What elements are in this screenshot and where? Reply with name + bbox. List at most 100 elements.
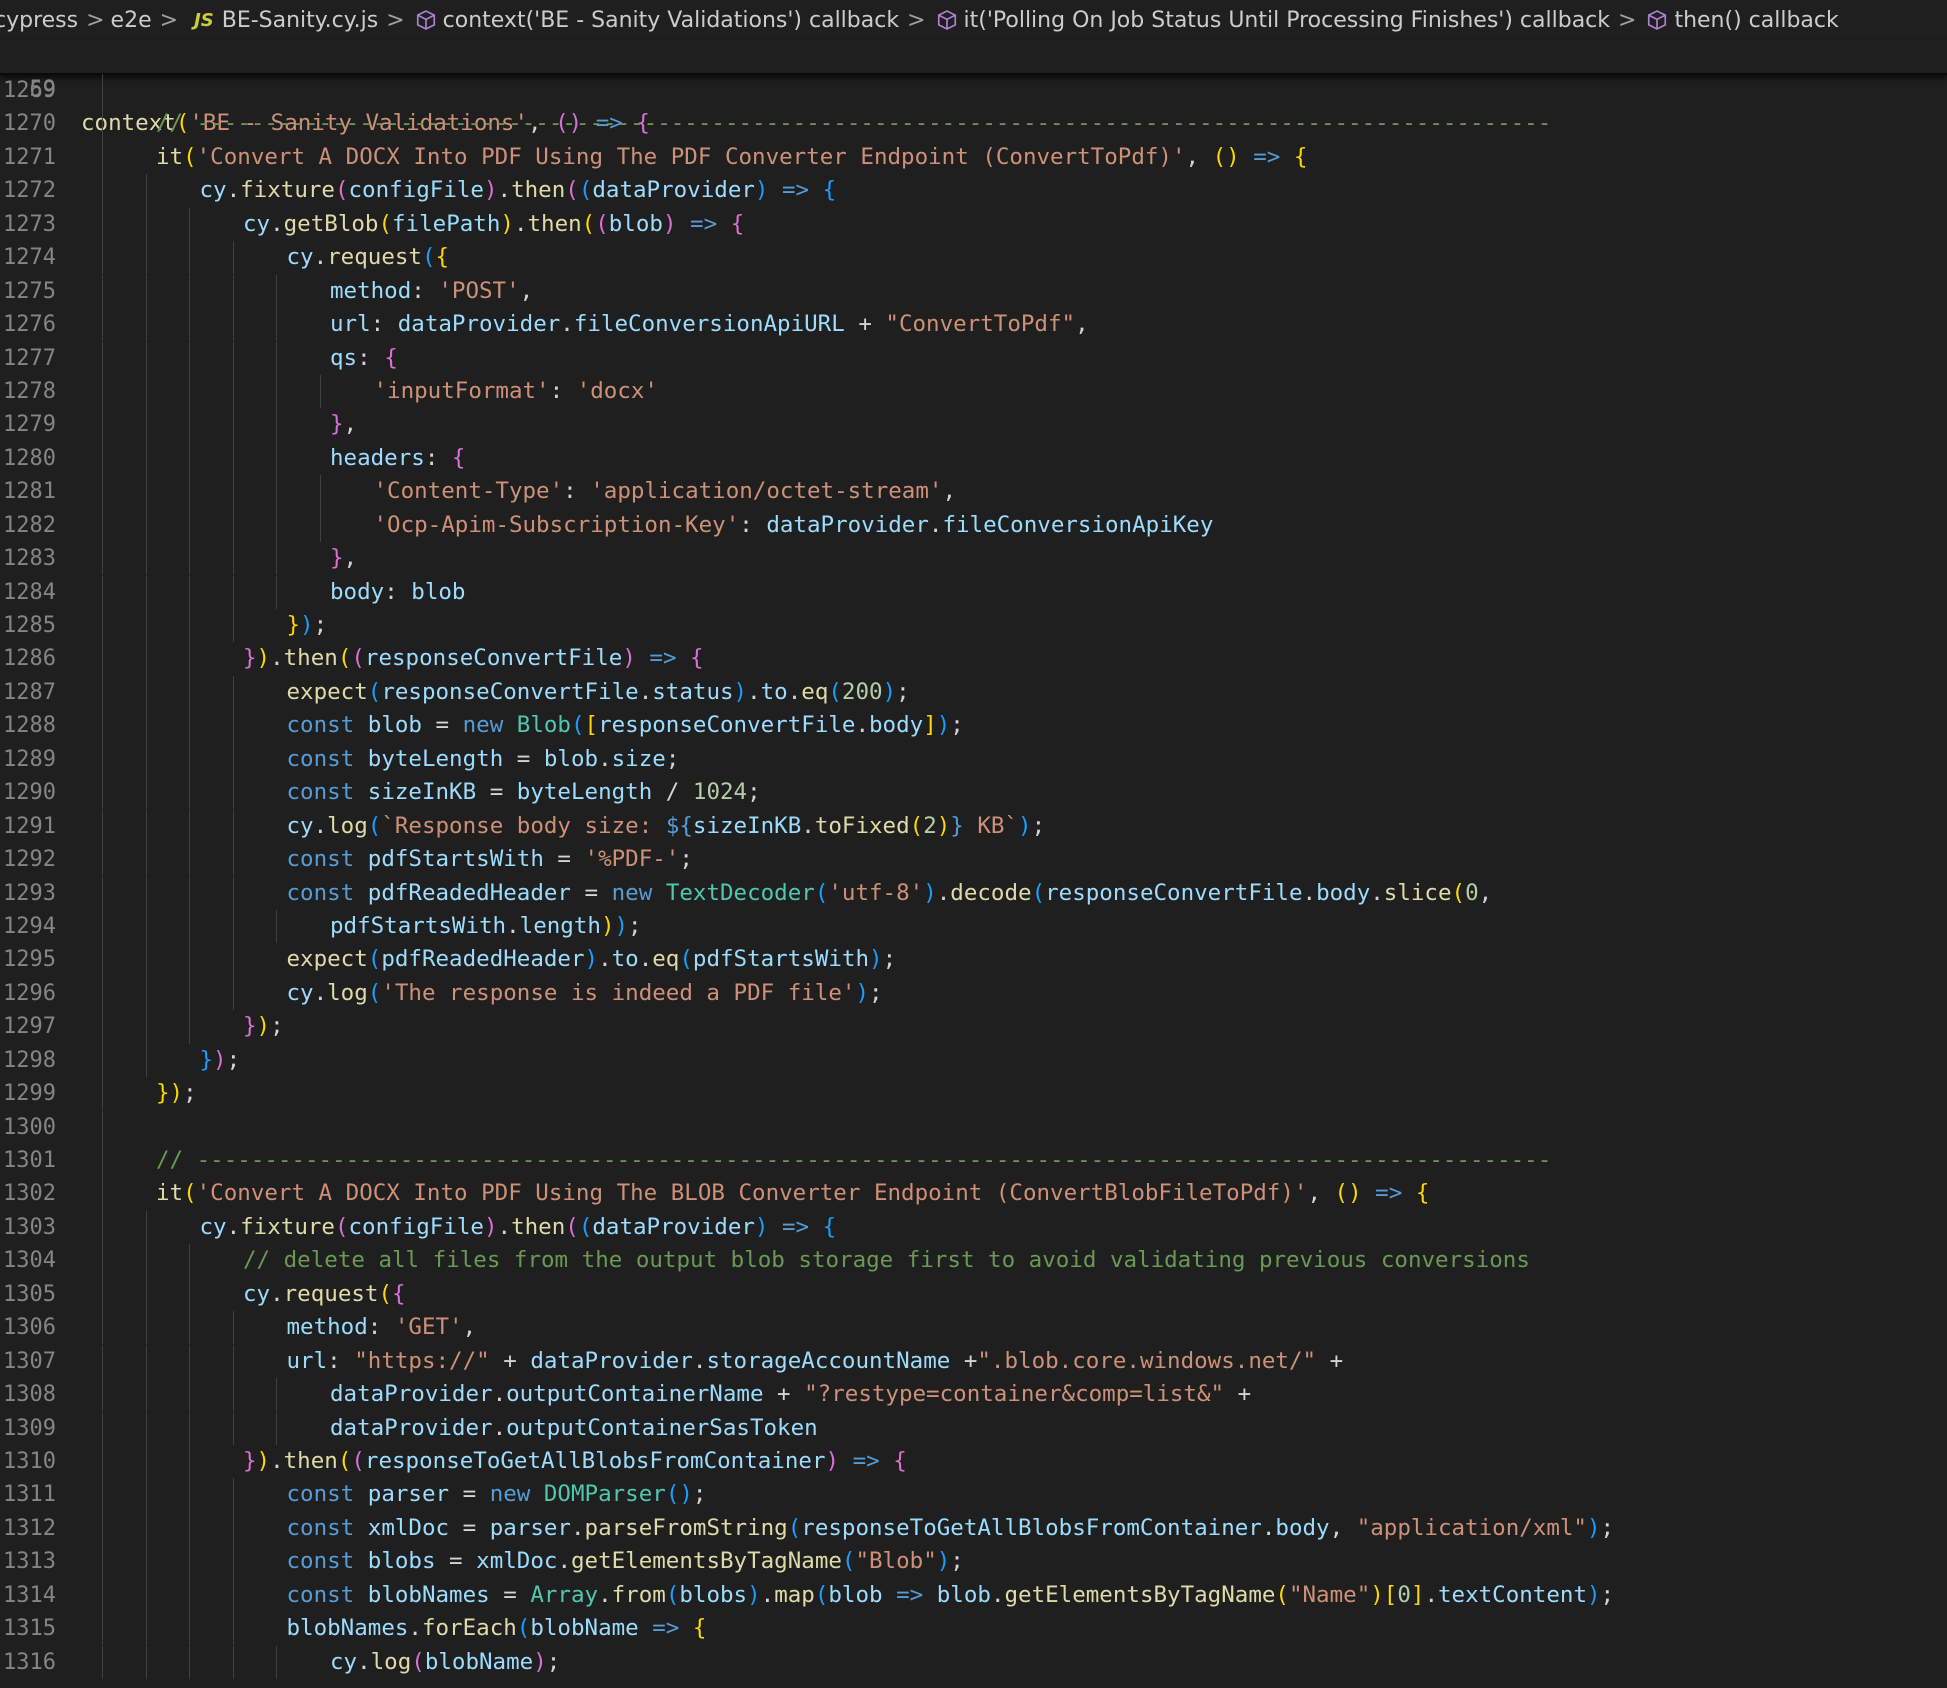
indent-guide <box>102 1511 103 1546</box>
line-number: 1280 <box>3 445 56 471</box>
code-line[interactable]: 1274 cy.request({ <box>0 241 1947 275</box>
indent-guide <box>232 1478 234 1512</box>
code-line[interactable]: 1301 // ---------------------------------… <box>0 1144 1947 1178</box>
code-line[interactable]: 1306 method: 'GET', <box>0 1311 1947 1345</box>
breadcrumb-item[interactable]: cypress <box>0 8 78 33</box>
code-line[interactable]: 1299}); <box>0 1077 1947 1111</box>
code-line[interactable]: 1281 'Content-Type': 'application/octet-s… <box>0 475 1947 509</box>
indent-guide <box>102 809 103 843</box>
code-token: blob <box>367 712 422 739</box>
code-line[interactable]: 1298}); <box>0 1043 1947 1077</box>
sticky-scroll-header[interactable]: 59 context('BE - Sanity Validations', ()… <box>0 40 1947 136</box>
code-line[interactable]: 1280 headers: { <box>0 441 1947 476</box>
code-line[interactable]: 1287 expect(responseConvertFile.status).t… <box>0 675 1947 710</box>
code-line[interactable]: 1308 dataProvider.outputContainerName + "… <box>0 1378 1947 1412</box>
line-number: 1299 <box>3 1081 56 1107</box>
code-line[interactable]: 1316 cy.log(blobName); <box>0 1645 1947 1679</box>
code-line[interactable]: 1304 // delete all files from the output … <box>0 1244 1947 1278</box>
code-token: . <box>513 210 528 237</box>
code-token: . <box>787 678 802 705</box>
indent-guide <box>189 408 190 442</box>
code-line[interactable]: 1310}).then((responseToGetAllBlobsFromCo… <box>0 1444 1947 1479</box>
code-line[interactable]: 1293 const pdfReadedHeader = new TextDeco… <box>0 876 1947 910</box>
code-line[interactable]: 1294 pdfStartsWith.length)); <box>0 909 1947 944</box>
breadcrumb-item[interactable]: then() callback <box>1642 8 1839 33</box>
code-line[interactable]: 1290 const sizeInKB = byteLength / 1024; <box>0 776 1947 810</box>
code-token: . <box>598 1581 612 1608</box>
code-line[interactable]: 1303 cy.fixture(configFile).then((dataPro… <box>0 1210 1947 1245</box>
code-token: } <box>286 612 301 638</box>
indent-guide <box>102 1144 103 1178</box>
code-line[interactable]: 1297}); <box>0 1010 1947 1044</box>
code-line[interactable]: 1276 url: dataProvider.fileConversionApiU… <box>0 308 1947 342</box>
code-token: } <box>199 1046 214 1073</box>
code-token: . <box>560 311 574 338</box>
code-line[interactable]: 1307 url: "https://" + dataProvider.stora… <box>0 1344 1947 1378</box>
code-line[interactable]: 1270 // ---------------------------------… <box>0 107 1947 141</box>
code-line[interactable]: 1302 it('Convert A DOCX Into PDF Using Th… <box>0 1177 1947 1211</box>
code-line[interactable]: 1272 cy.fixture(configFile).then((dataPro… <box>0 174 1947 208</box>
code-token: log <box>370 1648 412 1675</box>
indent-guide <box>189 274 190 308</box>
code-line[interactable]: 1295 expect(pdfReadedHeader).to.eq(pdfSta… <box>0 943 1947 977</box>
breadcrumb-label: context('BE - Sanity Validations') callb… <box>442 7 900 33</box>
code-line[interactable]: 1289 const byteLength = blob.size; <box>0 742 1947 777</box>
indent-guide <box>145 374 147 409</box>
line-code: cy.request({ <box>243 1278 406 1311</box>
breadcrumb-item[interactable]: context('BE - Sanity Validations') callb… <box>411 8 899 33</box>
line-number: 1314 <box>3 1582 56 1608</box>
code-line[interactable]: 1309 dataProvider.outputContainerSasToken <box>0 1411 1947 1445</box>
code-line[interactable]: 1314 const blobNames = Array.from(blobs).… <box>0 1578 1947 1612</box>
code-line[interactable]: 1286}).then((responseConvertFile) => { <box>0 642 1947 676</box>
indent-guide <box>102 1210 103 1245</box>
code-token: { <box>1293 143 1308 170</box>
code-token: = <box>503 745 544 772</box>
code-line[interactable]: 1285}); <box>0 609 1947 643</box>
code-line[interactable]: 1282 'Ocp-Apim-Subscription-Key': dataPro… <box>0 508 1947 542</box>
indent-guide <box>189 1645 190 1679</box>
line-number: 1297 <box>3 1014 56 1040</box>
code-line[interactable]: 1284 body: blob <box>0 575 1947 609</box>
code-line[interactable]: 1283}, <box>0 542 1947 576</box>
code-line[interactable]: 1313 const blobs = xmlDoc.getElementsByTa… <box>0 1545 1947 1579</box>
code-line[interactable]: 1300 <box>0 1110 1947 1144</box>
sticky-line[interactable]: 59 context('BE - Sanity Validations', ()… <box>0 40 1947 135</box>
code-line[interactable]: 1278 'inputFormat': 'docx' <box>0 374 1947 409</box>
code-line[interactable]: 1277 qs: { <box>0 341 1947 375</box>
code-token: 'Convert A DOCX Into PDF Using The BLOB … <box>196 1180 1308 1207</box>
method-cube-icon <box>416 10 435 30</box>
code-token: ( <box>367 678 382 705</box>
indent-guide <box>232 1612 234 1646</box>
code-editor[interactable]: 1269 1270 // -----------------------------… <box>0 74 1947 1688</box>
code-line[interactable]: 1312 const xmlDoc = parser.parseFromStrin… <box>0 1511 1947 1546</box>
code-token: ( <box>787 1514 802 1541</box>
line-number: 1296 <box>3 980 56 1006</box>
code-line[interactable]: 1279}, <box>0 408 1947 442</box>
code-line[interactable]: 1288 const blob = new Blob([responseConve… <box>0 709 1947 743</box>
line-code: const sizeInKB = byteLength / 1024; <box>287 776 761 809</box>
indent-guide <box>145 709 147 743</box>
code-line[interactable]: 1315 blobNames.forEach(blobName => { <box>0 1612 1947 1646</box>
code-token: . <box>497 1213 512 1240</box>
code-token: . <box>506 912 520 939</box>
code-line[interactable]: 1269 <box>0 74 1947 108</box>
code-token: pdfReadedHeader <box>381 946 585 973</box>
code-line[interactable]: 1311 const parser = new DOMParser(); <box>0 1478 1947 1512</box>
code-token: ( <box>814 1581 829 1608</box>
breadcrumb-item[interactable]: it('Polling On Job Status Until Processi… <box>932 8 1610 33</box>
code-line[interactable]: 1296 cy.log('The response is indeed a PDF… <box>0 976 1947 1011</box>
line-code: 'inputFormat': 'docx' <box>374 375 658 408</box>
code-line[interactable]: 1292 const pdfStartsWith = '%PDF-'; <box>0 843 1947 877</box>
code-line[interactable]: 1291 cy.log(`Response body size: ${sizeIn… <box>0 809 1947 843</box>
breadcrumb-item[interactable]: e2e <box>111 8 152 33</box>
code-token: 200 <box>841 678 883 705</box>
code-line[interactable]: 1273 cy.getBlob(filePath).then((blob) => … <box>0 207 1947 242</box>
breadcrumb-item[interactable]: JS BE-Sanity.cy.js <box>184 8 378 33</box>
code-token: then <box>511 177 566 204</box>
code-line[interactable]: 1305 cy.request({ <box>0 1277 1947 1312</box>
indent-guide <box>145 1378 147 1412</box>
code-token: cy <box>286 979 314 1006</box>
code-line[interactable]: 1271 it('Convert A DOCX Into PDF Using Th… <box>0 140 1947 175</box>
code-line[interactable]: 1275 method: 'POST', <box>0 274 1947 308</box>
